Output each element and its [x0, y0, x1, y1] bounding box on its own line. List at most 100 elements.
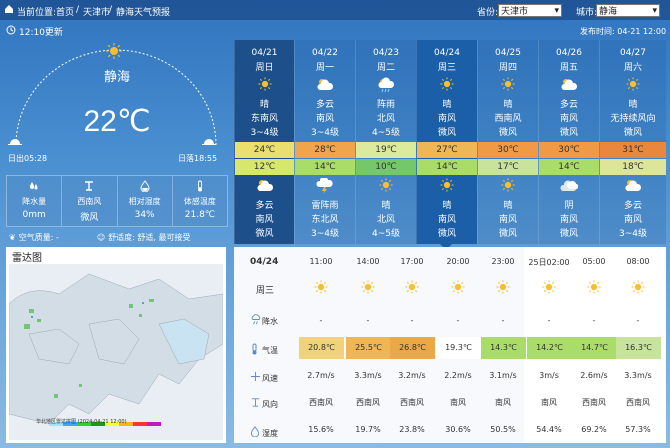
day-wind-level: 微风	[498, 128, 517, 138]
forecast-day-04-27[interactable]: 04/27 周六晴无持续风向 微风 31℃ 18℃ 多云 南风 3~4级	[599, 40, 666, 244]
night-wind-level: 4~5级	[372, 229, 400, 239]
forecast-day-04-22[interactable]: 04/22 周一 多云 南风 3~4级 28℃ 14℃ 雷阵雨 东北风 3~4级	[294, 40, 355, 244]
sun-icon	[235, 77, 294, 94]
day-wind: 北风	[376, 114, 395, 124]
sun-icon	[478, 178, 538, 195]
day-date: 04/24	[434, 48, 460, 58]
day-wind: 南风	[437, 114, 456, 124]
forecast-day-04-25[interactable]: 04/25 周四晴西南风 微风 30℃ 17℃ 晴南风 微风	[477, 40, 538, 244]
cloud-icon	[600, 178, 666, 195]
sunset-icon	[202, 135, 216, 148]
hourly-temp: 14.7℃	[572, 337, 617, 359]
hourly-temp: 14.3℃	[481, 337, 526, 359]
night-weather: 多云	[255, 201, 274, 211]
sun-icon	[106, 43, 122, 62]
comfort-level: 舒适度: 舒适, 最可接受	[108, 232, 191, 242]
day-wind: 南风	[559, 114, 578, 124]
row-label-wind_speed: 风速	[262, 374, 278, 383]
day-date: 04/26	[556, 48, 582, 58]
high-temp: 24℃	[235, 142, 294, 158]
night-weather: 晴	[381, 201, 391, 211]
sunrise-icon	[8, 135, 22, 148]
day-wind-level: 4~5级	[372, 128, 400, 138]
hourly-temp: 25.5℃	[346, 337, 391, 359]
cloud-icon	[295, 77, 355, 94]
current-stats: 降水量 0mm 西南风 微风 相对湿度 34% 体感温度 21.8℃	[6, 175, 228, 227]
day-wind-level: 3~4级	[311, 128, 339, 138]
radar-map[interactable]	[9, 264, 223, 440]
day-date: 04/25	[495, 48, 521, 58]
stat-value: 34%	[134, 210, 155, 220]
sun-icon	[361, 280, 375, 296]
raindrop-icon	[7, 180, 61, 195]
night-weather: 晴	[503, 201, 513, 211]
stat-label: 体感温度	[183, 197, 216, 206]
forecast-day-04-24[interactable]: 04/24 周三晴南风 微风 27℃ 14℃ 晴南风 微风	[416, 40, 477, 244]
hourly-rain: -	[636, 316, 640, 325]
breadcrumb-city[interactable]: 天津市	[83, 5, 110, 18]
thermometer-icon	[173, 180, 227, 195]
stat-value: 21.8℃	[184, 210, 215, 220]
hourly-humidity: 69.2%	[581, 425, 607, 434]
hourly-time: 11:00	[309, 257, 333, 266]
hourly-humidity: 54.4%	[536, 425, 562, 434]
day-week: 周三	[437, 63, 456, 73]
day-weather: 晴	[259, 100, 269, 110]
night-wind: 南风	[255, 215, 274, 225]
night-wind-level: 微风	[559, 229, 578, 239]
humidity-icon	[250, 426, 260, 439]
province-select[interactable]: 天津市 ▾	[498, 4, 562, 17]
sun-icon	[587, 280, 601, 296]
hourly-wind-speed: 2.7m/s	[307, 371, 335, 380]
breadcrumb-separator: /	[76, 5, 80, 15]
night-weather: 多云	[623, 201, 642, 211]
hourly-humidity: 50.5%	[490, 425, 516, 434]
low-temp: 14℃	[295, 159, 355, 175]
day-wind-level: 微风	[623, 128, 642, 138]
hourly-time: 17:00	[400, 257, 424, 266]
wind-icon	[62, 180, 116, 195]
hourly-temp: 16.3℃	[616, 337, 661, 359]
forecast-day-04-26[interactable]: 04/26 周五 多云 南风 微风 30℃ 14℃ 阴南风 微风	[538, 40, 599, 244]
radar-caption: 华北地区雷达拼图 (2024-04-21 12:00)	[36, 419, 127, 425]
hourly-wind-speed: 3.3m/s	[624, 371, 652, 380]
day-wind-level: 微风	[559, 128, 578, 138]
sunrise-time: 日出05:28	[8, 154, 48, 163]
breadcrumb-home[interactable]: 首页	[56, 5, 74, 18]
hourly-wind-speed: 3.2m/s	[398, 371, 426, 380]
stat-label: 西南风	[77, 197, 102, 206]
breadcrumb-page[interactable]: 静海天气预报	[116, 5, 170, 18]
hourly-wind-dir: 西南风	[582, 398, 606, 407]
day-wind: 东南风	[250, 114, 278, 124]
hourly-wind-speed: 2.2m/s	[444, 371, 472, 380]
sun-icon	[314, 280, 328, 296]
hourly-wind-dir: 南风	[450, 398, 466, 407]
breadcrumb-separator: /	[109, 5, 113, 15]
hourly-humidity: 57.3%	[625, 425, 651, 434]
hourly-rain: -	[319, 316, 323, 325]
city-label: 城市:	[576, 8, 598, 18]
day-week: 周四	[498, 63, 517, 73]
forecast-day-04-21[interactable]: 04/21 周日晴东南风 3~4级 24℃ 12℃ 多云 南风 微风	[234, 40, 294, 244]
thermometer-icon	[250, 343, 259, 357]
hourly-time: 25日02:00	[528, 258, 570, 267]
province-label: 省份:	[477, 8, 499, 18]
hourly-time: 20:00	[446, 257, 470, 266]
night-wind-level: 3~4级	[311, 229, 339, 239]
high-temp: 27℃	[417, 142, 477, 158]
night-wind-level: 微风	[255, 229, 274, 239]
forecast-day-04-23[interactable]: 04/23 周二 阵雨 北风 4~5级 19℃ 10℃ 晴北风 4~5级	[355, 40, 416, 244]
day-date: 04/27	[620, 48, 646, 58]
city-select[interactable]: 静海 ▾	[596, 4, 660, 17]
day-weather: 阵雨	[376, 100, 395, 110]
high-temp: 19℃	[356, 142, 416, 158]
high-temp: 31℃	[600, 142, 666, 158]
chevron-down-icon: ▾	[554, 5, 559, 16]
day-weather: 晴	[442, 100, 452, 110]
day-date: 04/22	[312, 48, 338, 58]
day-week: 周一	[315, 63, 334, 73]
sun-icon	[451, 280, 465, 296]
hourly-temp: 19.3℃	[436, 337, 481, 359]
stat-feels-like: 体感温度 21.8℃	[173, 176, 227, 226]
hourly-time: 05:00	[582, 257, 606, 266]
